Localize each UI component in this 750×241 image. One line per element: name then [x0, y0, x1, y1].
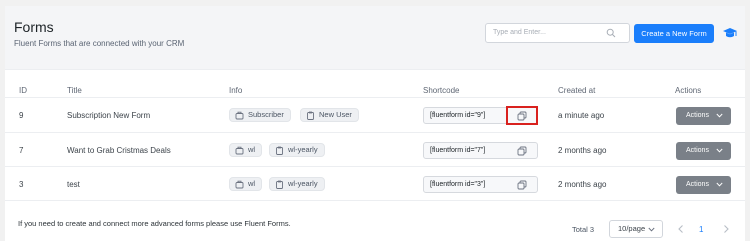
info-tag: wl: [229, 177, 263, 191]
row-created-at: 2 months ago: [558, 146, 607, 155]
page-subtitle: Fluent Forms that are connected with you…: [14, 39, 185, 48]
page-title: Forms: [14, 19, 54, 35]
per-page-value: 10/page: [618, 224, 646, 233]
info-tag: wl-yearly: [269, 143, 325, 157]
row-title: Subscription New Form: [67, 111, 151, 120]
tag-icon: [235, 111, 244, 120]
row-id: 9: [19, 111, 24, 120]
column-header-title: Title: [67, 86, 82, 95]
chevron-down-icon: [716, 148, 723, 153]
chevron-down-icon: [716, 182, 723, 187]
row-created-at: 2 months ago: [558, 180, 607, 189]
actions-dropdown-button[interactable]: Actions: [676, 142, 731, 160]
copy-icon[interactable]: [517, 146, 527, 156]
actions-dropdown-button[interactable]: Actions: [676, 107, 731, 125]
row-created-at: a minute ago: [558, 111, 605, 120]
info-tag-label: New User: [319, 110, 352, 119]
row-title: test: [67, 180, 80, 189]
row-divider: [5, 200, 745, 201]
row-id: 7: [19, 146, 24, 155]
actions-label: Actions: [686, 181, 709, 188]
copy-highlight-box: [506, 106, 538, 125]
chevron-right-icon[interactable]: [721, 223, 731, 235]
tag-icon: [235, 180, 244, 189]
info-tag-label: wl: [248, 145, 256, 154]
chevron-down-icon: [648, 227, 655, 232]
forms-card: Forms Fluent Forms that are connected wi…: [5, 6, 745, 241]
clipboard-icon: [276, 146, 283, 155]
info-tag: wl-yearly: [269, 177, 325, 191]
info-tag: New User: [300, 108, 359, 122]
search-placeholder: Type and Enter...: [493, 29, 546, 36]
footer-note: If you need to create and connect more a…: [18, 219, 291, 228]
create-new-form-button[interactable]: Create a New Form: [634, 24, 714, 43]
info-tag-label: Subscriber: [248, 110, 284, 119]
total-count: Total 3: [572, 225, 595, 234]
column-header-info: Info: [229, 86, 243, 95]
actions-dropdown-button[interactable]: Actions: [676, 176, 731, 194]
shortcode-field[interactable]: [fluentform id="7"]: [423, 142, 538, 159]
row-id: 3: [19, 180, 24, 189]
row-divider: [5, 166, 745, 167]
row-title: Want to Grab Cristmas Deals: [67, 146, 171, 155]
column-header-actions: Actions: [675, 86, 702, 95]
shortcode-text: [fluentform id="7"]: [430, 147, 486, 154]
search-input[interactable]: Type and Enter...: [485, 23, 630, 43]
column-header-created-at: Created at: [558, 86, 596, 95]
info-tag: Subscriber: [229, 108, 291, 122]
column-header-shortcode: Shortcode: [423, 86, 460, 95]
info-tag-label: wl-yearly: [288, 179, 318, 188]
tag-icon: [235, 146, 244, 155]
header-divider: [5, 97, 745, 98]
info-tag-label: wl-yearly: [288, 145, 318, 154]
actions-label: Actions: [686, 147, 709, 154]
graduation-cap-icon[interactable]: [722, 25, 738, 41]
clipboard-icon: [307, 111, 314, 120]
chevron-down-icon: [716, 113, 723, 118]
page-header: Forms Fluent Forms that are connected wi…: [5, 6, 745, 70]
copy-icon[interactable]: [517, 180, 527, 190]
actions-label: Actions: [686, 112, 709, 119]
shortcode-text: [fluentform id="3"]: [430, 181, 486, 188]
shortcode-field[interactable]: [fluentform id="3"]: [423, 176, 538, 193]
per-page-select[interactable]: 10/page: [609, 220, 663, 238]
info-tag: wl: [229, 143, 263, 157]
chevron-left-icon[interactable]: [676, 223, 686, 235]
clipboard-icon: [276, 180, 283, 189]
shortcode-text: [fluentform id="9"]: [430, 112, 486, 119]
row-divider: [5, 132, 745, 133]
info-tag-label: wl: [248, 179, 256, 188]
column-header-id: ID: [19, 86, 27, 95]
page-number-current[interactable]: 1: [699, 225, 703, 234]
search-icon[interactable]: [606, 28, 616, 38]
